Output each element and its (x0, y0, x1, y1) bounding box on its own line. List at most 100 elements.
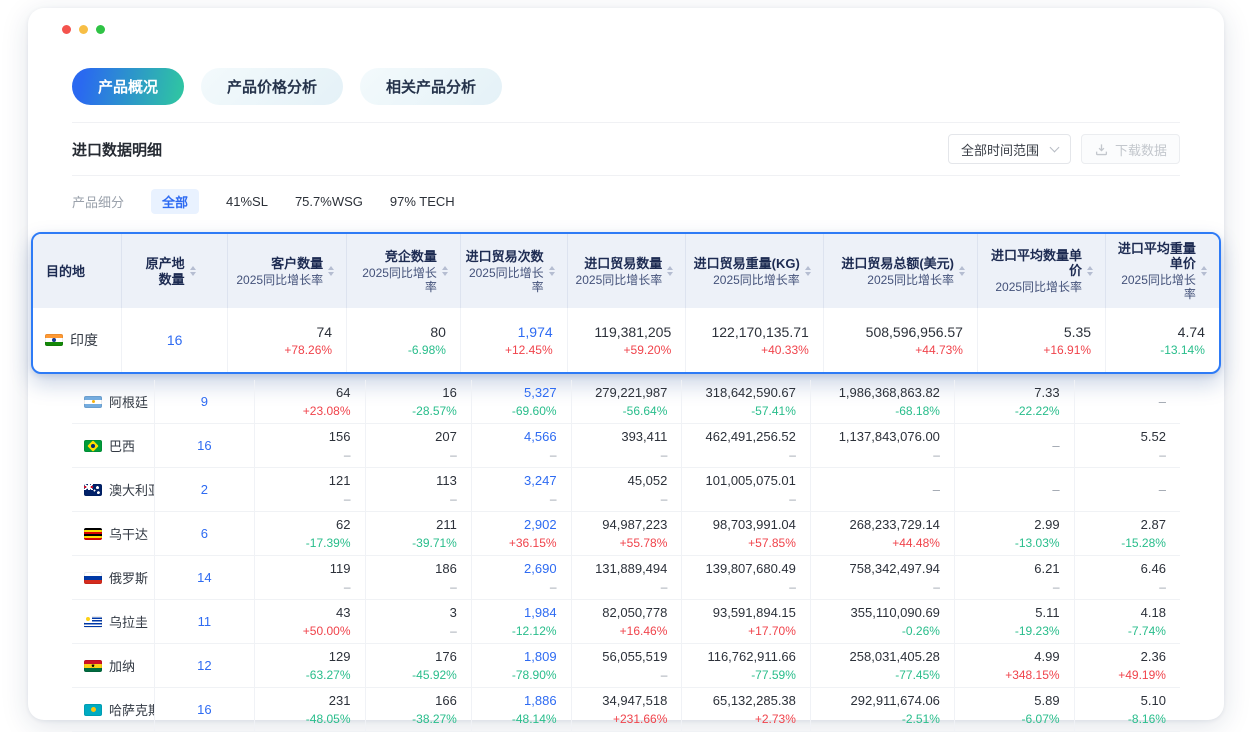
sort-icon[interactable] (959, 266, 965, 276)
maximize-window-icon[interactable] (96, 25, 105, 34)
table-row[interactable]: 加纳12129-63.27%176-45.92%1,809-78.90%56,0… (72, 643, 1180, 687)
growth-rate: – (450, 448, 457, 462)
trade-count-link[interactable]: 2,902 (524, 517, 557, 533)
growth-rate: +50.00% (303, 624, 351, 638)
origin-count-link[interactable]: 14 (197, 570, 211, 586)
growth-rate: – (661, 492, 668, 506)
cell-trade-quantity: 94,987,223+55.78% (571, 512, 682, 555)
column-header-origin-count[interactable]: 原产地数量 (121, 234, 228, 308)
origin-count-link[interactable]: 6 (201, 526, 208, 542)
country-name: 乌干达 (109, 524, 148, 543)
trade-count-link[interactable]: 2,690 (524, 561, 557, 577)
sort-icon[interactable] (442, 266, 448, 276)
column-header-competitor-count[interactable]: 竞企数量2025同比增长率 (346, 234, 460, 308)
table-row[interactable]: 哈萨克斯坦16231-48.05%166-38.27%1,886-48.14%3… (72, 687, 1180, 731)
cell-value: 34,947,518 (602, 693, 667, 709)
cell-destination: 印度 (33, 308, 121, 372)
cell-avg-weight-price: 5.10-8.16% (1074, 688, 1180, 731)
table-row[interactable]: 乌干达662-17.39%211-39.71%2,902+36.15%94,98… (72, 511, 1180, 555)
trade-count-link[interactable]: 1,809 (524, 649, 557, 665)
cell-competitor-count: 186– (365, 556, 471, 599)
origin-count-link[interactable]: 16 (197, 702, 211, 718)
tab-price-analysis[interactable]: 产品价格分析 (201, 68, 343, 105)
growth-rate: +40.33% (761, 343, 809, 357)
sort-icon[interactable] (549, 266, 555, 276)
australia-flag-icon (84, 484, 102, 496)
table-row[interactable]: 俄罗斯14119–186–2,690–131,889,494–139,807,6… (72, 555, 1180, 599)
growth-rate: +12.45% (505, 343, 553, 357)
cell-trade-count: 1,886-48.14% (471, 688, 571, 731)
russia-flag-icon (84, 572, 102, 584)
origin-count-link[interactable]: 16 (197, 438, 211, 454)
origin-count-link[interactable]: 11 (198, 614, 212, 630)
tab-related-products[interactable]: 相关产品分析 (360, 68, 502, 105)
column-header-trade-weight[interactable]: 进口贸易重量(KG)2025同比增长率 (685, 234, 823, 308)
cell-origin-count: 16 (121, 308, 228, 372)
empty-value: – (1052, 482, 1059, 497)
cell-value: 43 (336, 605, 350, 621)
column-header-customer-count[interactable]: 客户数量2025同比增长率 (227, 234, 346, 308)
trade-count-link[interactable]: 3,247 (524, 473, 557, 489)
table-row[interactable]: 乌拉圭1143+50.00%3–1,984-12.12%82,050,778+1… (72, 599, 1180, 643)
table-row[interactable]: 阿根廷964+23.08%16-28.57%5,327-69.60%279,22… (72, 380, 1180, 423)
sort-icon[interactable] (805, 266, 811, 276)
cell-avg-weight-price: – (1074, 380, 1180, 423)
filter-option-3[interactable]: 97% TECH (390, 194, 455, 209)
cell-trade-weight: 101,005,075.01– (681, 468, 810, 511)
trade-count-link[interactable]: 1,886 (524, 693, 557, 709)
cell-value: 64 (336, 385, 350, 401)
column-title: 客户数量 (236, 256, 323, 271)
origin-count-link[interactable]: 2 (201, 482, 208, 498)
column-title: 目的地 (46, 264, 85, 279)
column-header-trade-count[interactable]: 进口贸易次数2025同比增长率 (460, 234, 567, 308)
cell-trade-quantity: 393,411– (571, 424, 682, 467)
table-row[interactable]: 巴西16156–207–4,566–393,411–462,491,256.52… (72, 423, 1180, 467)
cell-customer-count: 64+23.08% (254, 380, 365, 423)
trade-count-link[interactable]: 4,566 (524, 429, 557, 445)
filter-option-1[interactable]: 41%SL (226, 194, 268, 209)
cell-competitor-count: 166-38.27% (365, 688, 471, 731)
cell-competitor-count: 80-6.98% (346, 308, 460, 372)
sort-icon[interactable] (1201, 266, 1207, 276)
table-row[interactable]: 澳大利亚2121–113–3,247–45,052–101,005,075.01… (72, 467, 1180, 511)
growth-rate: -56.64% (623, 404, 668, 418)
minimize-window-icon[interactable] (79, 25, 88, 34)
download-data-button[interactable]: 下载数据 (1081, 134, 1180, 164)
tab-product-overview[interactable]: 产品概况 (72, 68, 184, 105)
sort-icon[interactable] (667, 266, 673, 276)
filter-option-0[interactable]: 全部 (151, 189, 199, 214)
trade-count-link[interactable]: 1,984 (524, 605, 557, 621)
column-header-avg-quantity-price[interactable]: 进口平均数量单价2025同比增长率 (977, 234, 1105, 308)
origin-count-link[interactable]: 12 (197, 658, 211, 674)
highlighted-table-section: 目的地 原产地数量客户数量2025同比增长率竞企数量2025同比增长率进口贸易次数… (31, 232, 1221, 374)
cell-trade-quantity: 82,050,778+16.46% (571, 600, 682, 643)
column-header-destination: 目的地 (33, 234, 121, 308)
cell-origin-count: 11 (154, 600, 254, 643)
cell-trade-count: 2,690– (471, 556, 571, 599)
origin-count-link[interactable]: 9 (201, 394, 208, 410)
time-range-select[interactable]: 全部时间范围 (948, 134, 1071, 164)
trade-count-link[interactable]: 5,327 (524, 385, 557, 401)
filter-option-2[interactable]: 75.7%WSG (295, 194, 363, 209)
close-window-icon[interactable] (62, 25, 71, 34)
growth-rate: – (933, 580, 940, 594)
column-header-trade-quantity[interactable]: 进口贸易数量2025同比增长率 (567, 234, 686, 308)
cell-value: 156 (329, 429, 351, 445)
column-header-avg-weight-price[interactable]: 进口平均重量单价2025同比增长率 (1105, 234, 1219, 308)
cell-avg-quantity-price: 5.35+16.91% (977, 308, 1105, 372)
origin-count-link[interactable]: 16 (167, 332, 183, 348)
growth-rate: +2.73% (755, 712, 796, 726)
cell-value: 1,137,843,076.00 (839, 429, 940, 445)
sort-icon[interactable] (328, 266, 334, 276)
cell-value: 758,342,497.94 (850, 561, 940, 577)
growth-rate: -7.74% (1128, 624, 1166, 638)
growth-rate: -8.16% (1128, 712, 1166, 726)
sort-icon[interactable] (190, 266, 196, 276)
growth-rate: +231.66% (613, 712, 667, 726)
sort-icon[interactable] (1087, 266, 1093, 276)
highlighted-table-row[interactable]: 印度1674+78.26%80-6.98%1,974+12.45%119,381… (33, 308, 1219, 372)
cell-value: 166 (435, 693, 457, 709)
growth-rate: – (789, 448, 796, 462)
column-header-trade-amount[interactable]: 进口贸易总额(美元)2025同比增长率 (823, 234, 977, 308)
trade-count-link[interactable]: 1,974 (518, 324, 553, 340)
